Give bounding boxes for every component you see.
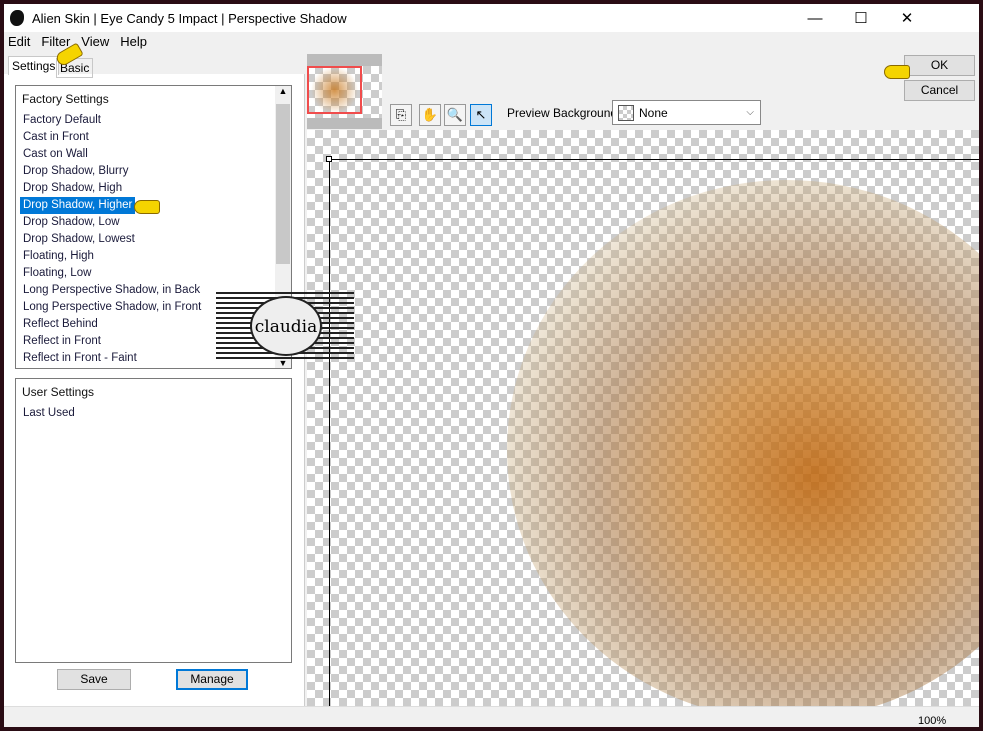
list-item[interactable]: Reflect in Front	[20, 333, 104, 350]
zoom-tool-icon[interactable]: 🔍	[444, 104, 466, 126]
zoom-preview-tool-icon[interactable]: ⎘	[390, 104, 412, 126]
list-item[interactable]: Drop Shadow, High	[20, 180, 125, 197]
cancel-button[interactable]: Cancel	[904, 80, 975, 101]
shadow-handle[interactable]	[326, 156, 332, 162]
maximize-button[interactable]: ☐	[838, 4, 884, 32]
zoom-level: 100%	[918, 715, 947, 727]
list-item[interactable]: Drop Shadow, Blurry	[20, 163, 131, 180]
close-button[interactable]: ✕	[884, 4, 930, 32]
title-bar: Alien Skin | Eye Candy 5 Impact | Perspe…	[4, 4, 979, 32]
list-item[interactable]: Floating, Low	[20, 265, 94, 282]
hand-tool-icon[interactable]: ✋	[419, 104, 441, 126]
view-frame[interactable]	[307, 66, 362, 114]
list-item[interactable]: Long Perspective Shadow, in Back	[20, 282, 203, 299]
pointer-tool-icon[interactable]: ↖	[470, 104, 492, 126]
save-button[interactable]: Save	[57, 669, 131, 690]
minimize-button[interactable]: —	[792, 4, 838, 32]
factory-settings-header: Factory Settings	[22, 92, 109, 106]
list-item[interactable]: Floating, High	[20, 248, 97, 265]
claudia-watermark-logo: claudia	[216, 292, 354, 360]
settings-panel: Factory Settings Factory Default Cast in …	[4, 74, 305, 710]
preview-background-label: Preview Background:	[507, 106, 621, 120]
pointer-hand-icon	[134, 200, 160, 214]
menu-view[interactable]: View	[77, 33, 116, 51]
pointer-hand-icon	[884, 65, 910, 79]
tab-settings[interactable]: Settings	[8, 56, 60, 75]
navigator-thumbnail[interactable]	[307, 54, 382, 129]
scroll-up-icon[interactable]: ▲	[275, 86, 291, 96]
chevron-down-icon: ⌵	[746, 107, 754, 118]
menu-edit[interactable]: Edit	[4, 33, 37, 51]
list-item[interactable]: Drop Shadow, Lowest	[20, 231, 138, 248]
list-item[interactable]: Last Used	[20, 405, 78, 422]
user-settings-list[interactable]: User Settings Last Used	[15, 378, 292, 663]
list-item[interactable]: Long Perspective Shadow, in Front	[20, 299, 204, 316]
preview-background-select[interactable]: None ⌵	[612, 100, 761, 125]
scroll-thumb[interactable]	[276, 104, 290, 264]
manage-button[interactable]: Manage	[176, 669, 248, 690]
list-item[interactable]: Drop Shadow, Low	[20, 214, 123, 231]
user-settings-header: User Settings	[22, 385, 95, 399]
list-item[interactable]: Reflect in Front - Faint	[20, 350, 140, 367]
list-item[interactable]: Cast on Wall	[20, 146, 91, 163]
window-title: Alien Skin | Eye Candy 5 Impact | Perspe…	[32, 10, 347, 26]
ok-button[interactable]: OK	[904, 55, 975, 76]
preview-canvas[interactable]	[307, 130, 979, 706]
preview-image	[507, 180, 979, 706]
eye-candy-window: Alien Skin | Eye Candy 5 Impact | Perspe…	[4, 4, 979, 727]
list-item[interactable]: Cast in Front	[20, 129, 92, 146]
list-item[interactable]: Drop Shadow, Higher	[20, 197, 136, 214]
list-item[interactable]: Factory Default	[20, 112, 104, 129]
checker-swatch-icon	[618, 104, 634, 121]
menu-help[interactable]: Help	[116, 33, 154, 51]
status-bar: 100%	[4, 706, 979, 727]
preview-background-value: None	[639, 105, 668, 120]
list-item[interactable]: Reflect Behind	[20, 316, 101, 333]
alien-skin-icon	[10, 10, 24, 26]
